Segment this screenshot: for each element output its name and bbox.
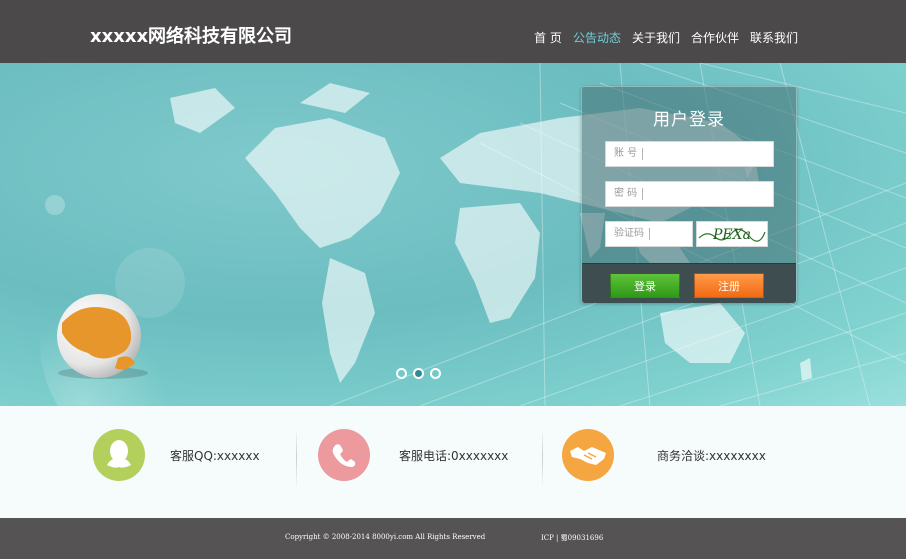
login-actions: 登录 注册 [582,263,796,303]
main-nav: 首 页 公告动态 关于我们 合作伙伴 联系我们 [523,29,798,46]
login-button[interactable]: 登录 [610,273,680,298]
phone-text: 客服电话:0xxxxxxx [399,449,509,463]
header: xxxxx网络科技有限公司 首 页 公告动态 关于我们 合作伙伴 联系我们 [0,0,906,63]
account-field[interactable]: 账 号 [605,141,774,167]
captcha-input[interactable] [650,225,690,245]
handshake-icon [562,429,614,481]
slide-dot-3[interactable] [430,368,441,379]
footer: Copyright © 2008-2014 8000yi.com All Rig… [0,518,906,559]
qq-text: 客服QQ:xxxxxx [170,449,260,463]
register-button[interactable]: 注册 [694,273,764,298]
icp-text: ICP | 蜀09031696 [541,534,604,542]
login-panel: 用户登录 账 号 密 码 验证码 PEXa 登录 注册 [581,86,797,303]
phone-icon [318,429,370,481]
nav-item-home[interactable]: 首 页 [534,29,562,46]
slide-dot-2[interactable] [413,368,424,379]
divider [542,428,543,488]
login-title: 用户登录 [653,110,725,130]
nav-item-partners[interactable]: 合作伙伴 [691,29,739,46]
password-input[interactable] [649,185,771,205]
password-label: 密 码 [614,188,644,200]
qq-icon [93,429,145,481]
account-label: 账 号 [614,148,644,160]
nav-item-about[interactable]: 关于我们 [632,29,680,46]
page: xxxxx网络科技有限公司 首 页 公告动态 关于我们 合作伙伴 联系我们 用户… [0,0,906,559]
password-field[interactable]: 密 码 [605,181,774,207]
slide-indicator [396,368,441,379]
account-input[interactable] [649,145,771,165]
business-text: 商务洽谈:xxxxxxxx [657,449,766,463]
captcha-field[interactable]: 验证码 [605,221,693,247]
captcha-image[interactable]: PEXa [696,221,768,247]
nav-item-contact[interactable]: 联系我们 [750,29,798,46]
nav-item-announcements[interactable]: 公告动态 [573,29,621,46]
slide-dot-1[interactable] [396,368,407,379]
contact-strip: 客服QQ:xxxxxx 客服电话:0xxxxxxx 商务洽谈:xxxxxxxx [0,406,906,518]
captcha-text: PEXa [712,227,751,243]
company-logo[interactable]: xxxxx网络科技有限公司 [90,22,292,48]
copyright-text: Copyright © 2008-2014 8000yi.com All Rig… [285,533,486,541]
divider [296,428,297,488]
captcha-label: 验证码 [614,228,650,240]
